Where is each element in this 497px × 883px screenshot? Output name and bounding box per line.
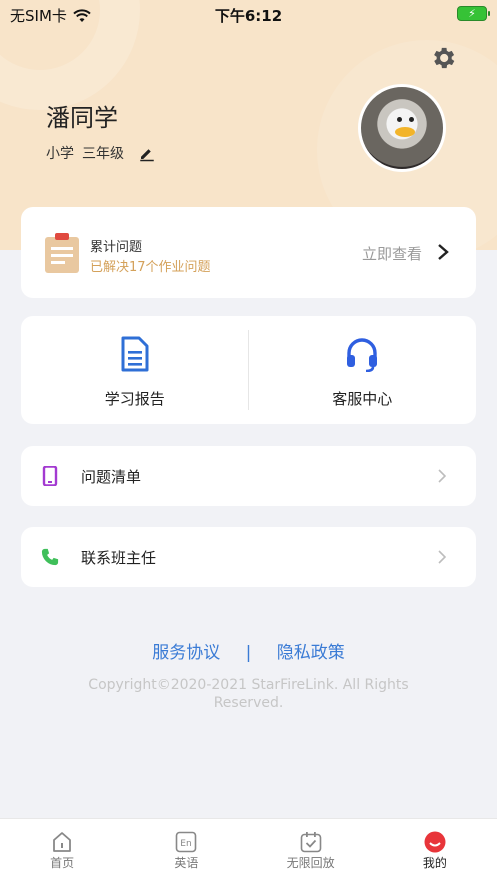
battery-indicator: ⚡: [457, 6, 490, 21]
contact-teacher-label: 联系班主任: [81, 549, 157, 567]
calendar-check-icon: [300, 832, 321, 853]
avatar[interactable]: [358, 84, 446, 172]
phone-icon: [42, 466, 58, 486]
tab-mine[interactable]: 我的: [373, 819, 497, 883]
copyright-text: Copyright©2020-2021 StarFireLink. All Ri…: [88, 677, 409, 711]
customer-service-label: 客服中心: [332, 390, 393, 408]
user-name: 潘同学: [46, 104, 118, 132]
service-agreement-link[interactable]: 服务协议: [152, 638, 220, 663]
svg-text:En: En: [181, 839, 192, 849]
gear-icon[interactable]: [429, 44, 457, 72]
home-icon: [53, 832, 72, 852]
questions-title: 累计问题: [90, 240, 143, 255]
tab-home[interactable]: 首页: [0, 819, 124, 883]
bottom-tab-bar: 首页 En 英语 无限回放 我的: [0, 818, 497, 883]
battery-icon: ⚡: [457, 6, 490, 21]
tab-replay-label: 无限回放: [286, 856, 335, 870]
avatar-eye: [397, 117, 402, 122]
status-bar: 无SIM卡 下午6:12 ⚡: [0, 0, 497, 30]
tab-english[interactable]: En 英语: [124, 819, 248, 883]
privacy-policy-link[interactable]: 隐私政策: [277, 638, 345, 663]
avatar-eye: [409, 117, 414, 122]
customer-service-button[interactable]: 客服中心: [249, 316, 477, 424]
clipboard-icon: [45, 233, 79, 273]
user-grade-info: 小学 三年级: [46, 143, 156, 163]
contact-teacher-row[interactable]: 联系班主任: [21, 527, 476, 587]
tab-mine-label: 我的: [422, 856, 447, 870]
link-separator: |: [245, 643, 252, 663]
question-list-row[interactable]: 问题清单: [21, 446, 476, 506]
call-icon: [41, 548, 59, 566]
headset-icon: [347, 338, 378, 372]
chevron-right-icon: [438, 550, 446, 564]
tab-replay[interactable]: 无限回放: [249, 819, 373, 883]
grade-label: 三年级: [82, 146, 124, 162]
clock: 下午6:12: [214, 7, 283, 25]
view-now-link[interactable]: 立即查看: [362, 243, 422, 264]
avatar-beak: [395, 127, 415, 137]
school-level: 小学: [46, 146, 74, 162]
legal-links: 服务协议 | 隐私政策: [0, 638, 497, 663]
study-report-label: 学习报告: [104, 390, 165, 408]
document-icon: [121, 336, 149, 372]
questions-summary-card[interactable]: 累计问题 已解决17个作业问题 立即查看: [21, 207, 476, 298]
en-icon: En: [176, 831, 197, 853]
profile-face-icon: [424, 831, 446, 853]
question-list-label: 问题清单: [81, 468, 142, 486]
tab-english-label: 英语: [174, 856, 199, 870]
quick-actions-card: 学习报告 客服中心: [21, 316, 476, 424]
chevron-right-icon: [438, 469, 446, 483]
chevron-right-icon: [438, 244, 449, 260]
study-report-button[interactable]: 学习报告: [21, 316, 249, 424]
pencil-icon[interactable]: [138, 144, 156, 162]
questions-solved-count: 已解决17个作业问题: [90, 260, 211, 275]
tab-home-label: 首页: [50, 856, 75, 870]
